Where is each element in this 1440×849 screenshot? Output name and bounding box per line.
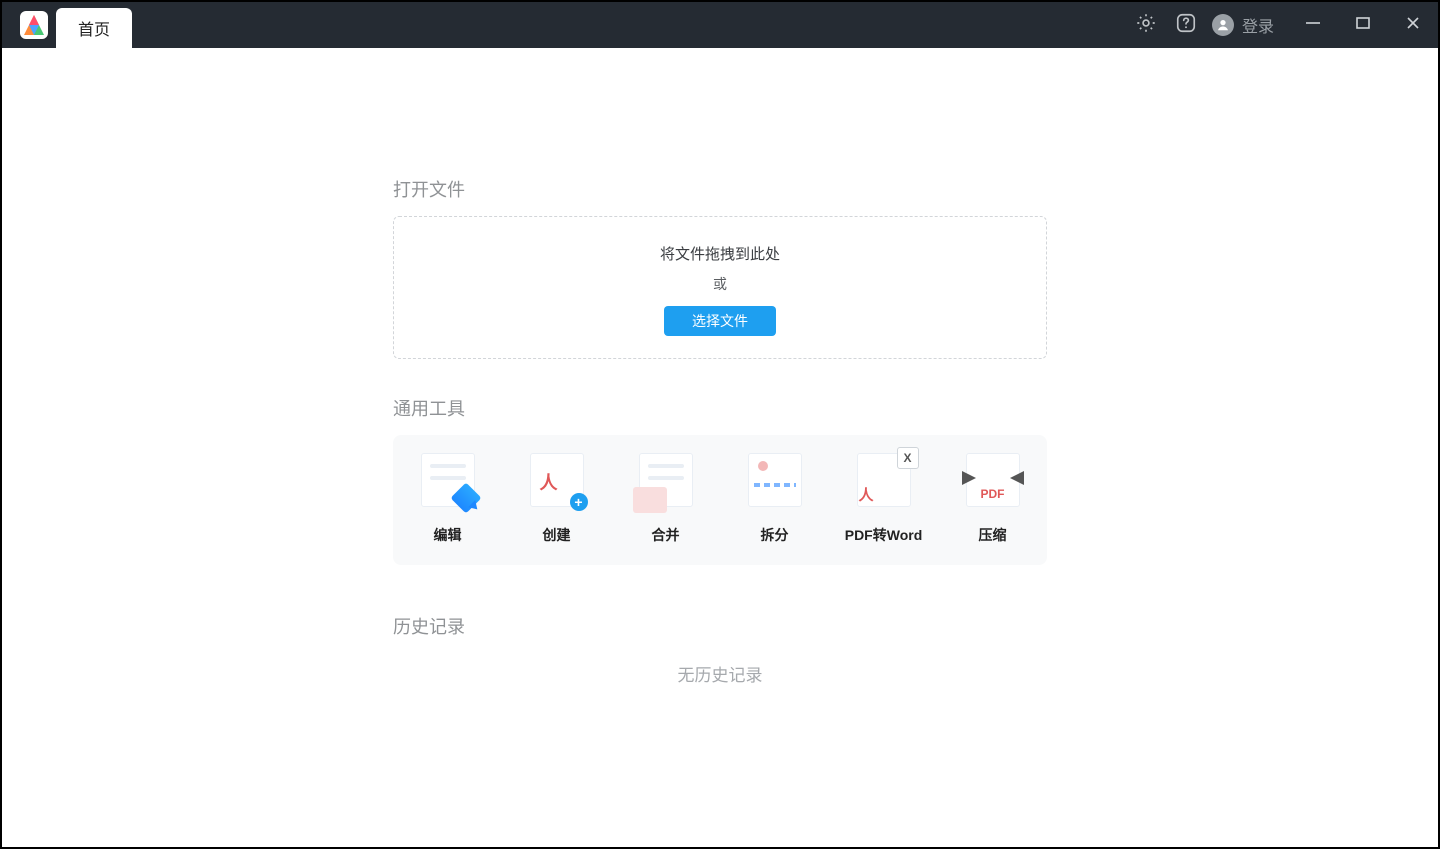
gear-icon bbox=[1135, 12, 1157, 39]
tool-pdf-to-word[interactable]: 人 X PDF转Word bbox=[836, 453, 932, 545]
history-empty-text: 无历史记录 bbox=[393, 661, 1047, 686]
dropzone-drag-text: 将文件拖拽到此处 bbox=[404, 243, 1036, 264]
merge-icon bbox=[639, 453, 693, 507]
dropzone-or-text: 或 bbox=[404, 274, 1036, 294]
select-file-label: 选择文件 bbox=[692, 313, 748, 329]
main-content: 打开文件 将文件拖拽到此处 或 选择文件 通用工具 编辑 bbox=[2, 48, 1438, 847]
tab-home-label: 首页 bbox=[78, 16, 110, 40]
split-icon bbox=[748, 453, 802, 507]
history-title: 历史记录 bbox=[393, 613, 1047, 639]
tool-merge-label: 合并 bbox=[618, 525, 714, 545]
window-maximize-button[interactable] bbox=[1338, 2, 1388, 48]
maximize-icon bbox=[1355, 15, 1371, 36]
tool-compress[interactable]: PDF 压缩 bbox=[945, 453, 1041, 545]
avatar-icon bbox=[1212, 14, 1234, 36]
window-close-button[interactable] bbox=[1388, 2, 1438, 48]
help-button[interactable] bbox=[1166, 2, 1206, 48]
tool-create-label: 创建 bbox=[509, 525, 605, 545]
select-file-button[interactable]: 选择文件 bbox=[664, 306, 776, 336]
tool-create[interactable]: 人 + 创建 bbox=[509, 453, 605, 545]
settings-button[interactable] bbox=[1126, 2, 1166, 48]
open-file-title: 打开文件 bbox=[393, 176, 1047, 202]
compress-icon: PDF bbox=[966, 453, 1020, 507]
window-minimize-button[interactable] bbox=[1288, 2, 1338, 48]
tab-home[interactable]: 首页 bbox=[56, 8, 132, 48]
pdf-to-word-icon: 人 X bbox=[857, 453, 911, 507]
tools-title: 通用工具 bbox=[393, 395, 1047, 421]
login-label: 登录 bbox=[1242, 13, 1274, 37]
app-logo bbox=[12, 3, 56, 47]
tool-compress-label: 压缩 bbox=[945, 525, 1041, 545]
tool-split-label: 拆分 bbox=[727, 525, 823, 545]
help-icon bbox=[1175, 12, 1197, 39]
minimize-icon bbox=[1304, 14, 1322, 37]
title-bar: 首页 登录 bbox=[2, 2, 1438, 48]
tool-merge[interactable]: 合并 bbox=[618, 453, 714, 545]
tool-split[interactable]: 拆分 bbox=[727, 453, 823, 545]
close-icon bbox=[1405, 15, 1421, 36]
tools-grid: 编辑 人 + 创建 合并 bbox=[393, 435, 1047, 565]
create-icon: 人 + bbox=[530, 453, 584, 507]
login-button[interactable]: 登录 bbox=[1212, 13, 1274, 37]
edit-icon bbox=[421, 453, 475, 507]
tool-pdf-to-word-label: PDF转Word bbox=[836, 525, 932, 545]
tool-edit[interactable]: 编辑 bbox=[400, 453, 496, 545]
tool-edit-label: 编辑 bbox=[400, 525, 496, 545]
file-dropzone[interactable]: 将文件拖拽到此处 或 选择文件 bbox=[393, 216, 1047, 359]
